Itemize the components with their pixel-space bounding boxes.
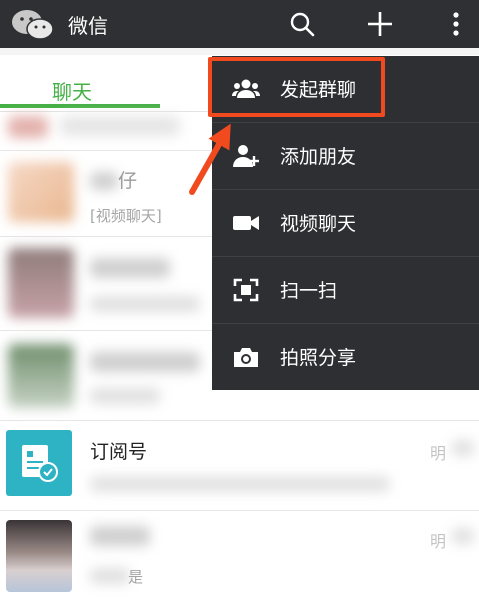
tab-indicator (0, 104, 160, 108)
chat-preview: [视频聊天] (90, 207, 162, 225)
menu-item-label: 添加朋友 (280, 146, 357, 168)
list-item (90, 172, 118, 190)
avatar[interactable] (8, 344, 74, 408)
more-vertical-icon[interactable] (442, 10, 470, 38)
add-friend-icon (233, 145, 259, 167)
list-item (90, 526, 150, 546)
subscription-name: 订阅号 (90, 441, 148, 463)
menu-item-add-friend[interactable]: 添加朋友 (212, 123, 479, 189)
list-item (90, 568, 130, 584)
menu-item-label: 拍照分享 (280, 347, 357, 369)
list-item (452, 528, 474, 544)
divider (0, 510, 479, 511)
list-item (90, 296, 200, 312)
menu-item-video-chat[interactable]: 视频聊天 (212, 190, 479, 256)
app-title: 微信 (68, 14, 108, 38)
menu-item-label: 视频聊天 (280, 213, 357, 235)
subscription-icon (22, 445, 58, 482)
chat-preview: 是 (128, 568, 144, 586)
video-camera-icon (233, 216, 259, 230)
list-item (90, 476, 390, 492)
menu-item-label: 扫一扫 (280, 280, 338, 302)
list-item (90, 352, 200, 372)
top-bar: 微信 (0, 0, 479, 48)
chat-time: 明 (430, 444, 447, 463)
avatar[interactable] (6, 520, 72, 592)
avatar[interactable] (8, 162, 74, 222)
highlight-box (208, 57, 385, 117)
list-item (452, 440, 474, 456)
chat-name: 仔 (118, 170, 138, 192)
list-item (90, 388, 160, 404)
tab-chat[interactable]: 聊天 (52, 76, 92, 105)
avatar (8, 116, 48, 138)
camera-icon (234, 348, 258, 367)
divider (0, 420, 479, 421)
avatar[interactable] (8, 248, 74, 318)
scan-icon (233, 278, 259, 302)
wechat-logo-icon (12, 10, 54, 40)
menu-item-scan[interactable]: 扫一扫 (212, 257, 479, 323)
menu-item-photo-share[interactable]: 拍照分享 (212, 324, 479, 390)
list-item (60, 116, 180, 136)
search-icon[interactable] (288, 10, 316, 38)
chat-time: 明 (430, 532, 447, 551)
plus-icon[interactable] (366, 10, 394, 38)
list-item (90, 258, 170, 278)
